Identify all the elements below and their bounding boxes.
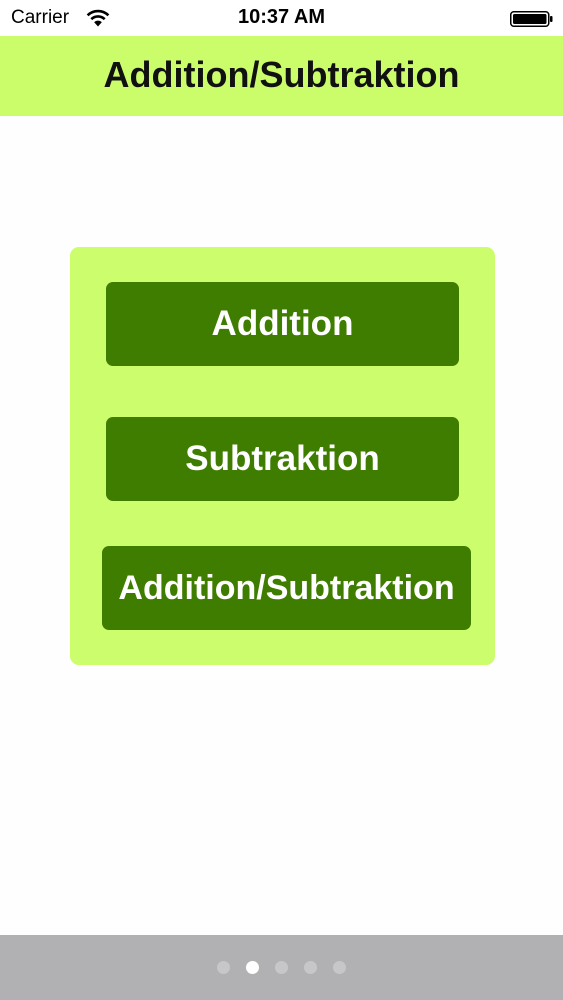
page-control[interactable] bbox=[0, 961, 563, 974]
page-dot-3[interactable] bbox=[275, 961, 288, 974]
page-dot-5[interactable] bbox=[333, 961, 346, 974]
status-time: 10:37 AM bbox=[237, 6, 326, 28]
page-title: Addition/Subtraktion bbox=[103, 54, 460, 95]
bottom-bar bbox=[0, 935, 563, 1000]
battery-icon bbox=[510, 11, 553, 27]
page-dot-2[interactable] bbox=[246, 961, 259, 974]
addition-button[interactable]: Addition bbox=[106, 282, 459, 366]
page-dot-1[interactable] bbox=[217, 961, 230, 974]
page-dot-4[interactable] bbox=[304, 961, 317, 974]
subtraktion-button[interactable]: Subtraktion bbox=[106, 417, 459, 501]
addition-subtraktion-button[interactable]: Addition/Subtraktion bbox=[102, 546, 471, 630]
navigation-bar: Addition/Subtraktion bbox=[0, 36, 563, 116]
status-bar: Carrier 10:37 AM bbox=[0, 0, 563, 36]
